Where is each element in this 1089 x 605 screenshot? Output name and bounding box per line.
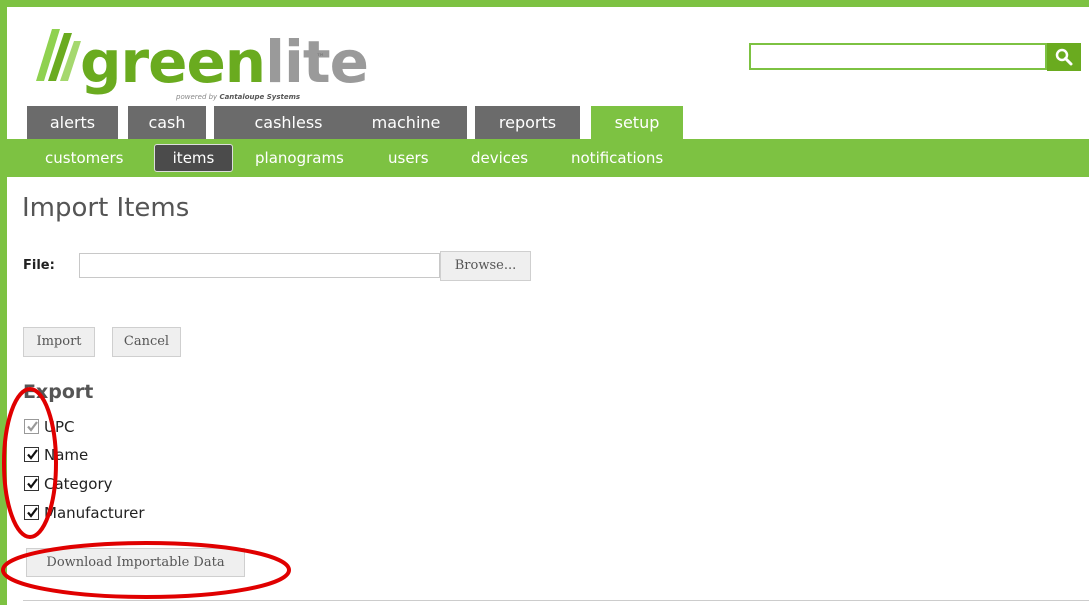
category-label: Category xyxy=(44,475,113,493)
download-importable-data-button[interactable]: Download Importable Data xyxy=(26,548,245,577)
subnav-customers[interactable]: customers xyxy=(45,139,123,177)
subnav-items[interactable]: items xyxy=(154,144,233,172)
export-heading: Export xyxy=(23,381,94,403)
upc-label: UPC xyxy=(44,418,75,436)
name-label: Name xyxy=(44,446,89,464)
upc-checkbox[interactable] xyxy=(24,419,39,434)
import-button[interactable]: Import xyxy=(23,327,95,357)
subnav-notifications[interactable]: notifications xyxy=(571,139,663,177)
file-label: File: xyxy=(23,258,55,273)
logo-green-text: green xyxy=(80,28,266,96)
logo-trademark: ™ xyxy=(316,53,325,63)
file-path-field[interactable] xyxy=(79,253,440,278)
page-title: Import Items xyxy=(22,193,190,223)
tab-cashless[interactable]: cashless xyxy=(214,106,363,139)
company-name: Cantaloupe Systems xyxy=(219,93,301,101)
subnav-users[interactable]: users xyxy=(388,139,429,177)
logo-powered-by: powered by Cantaloupe Systems xyxy=(176,93,300,101)
subnav-planograms[interactable]: planograms xyxy=(255,139,344,177)
subnav-devices[interactable]: devices xyxy=(471,139,528,177)
browse-button[interactable]: Browse... xyxy=(440,251,531,281)
checkmark-icon xyxy=(27,449,38,460)
tab-reports[interactable]: reports xyxy=(475,106,580,139)
logo-swoosh-icon xyxy=(36,29,81,81)
search-icon xyxy=(1055,48,1073,66)
checkmark-icon xyxy=(27,421,38,432)
search-input[interactable] xyxy=(751,45,1045,68)
tab-cash[interactable]: cash xyxy=(128,106,206,139)
powered-by-text: powered by xyxy=(176,93,218,101)
sub-navigation: customers items planograms users devices… xyxy=(7,139,1089,177)
manufacturer-checkbox[interactable] xyxy=(24,505,39,520)
checkmark-icon xyxy=(27,507,38,518)
tab-machine[interactable]: machine xyxy=(345,106,467,139)
name-checkbox[interactable] xyxy=(24,447,39,462)
search-button[interactable] xyxy=(1047,43,1081,71)
manufacturer-label: Manufacturer xyxy=(44,504,145,522)
checkmark-icon xyxy=(27,478,38,489)
cancel-button[interactable]: Cancel xyxy=(112,327,181,357)
tab-setup[interactable]: setup xyxy=(591,106,683,139)
category-checkbox[interactable] xyxy=(24,476,39,491)
tab-alerts[interactable]: alerts xyxy=(27,106,118,139)
divider xyxy=(23,600,1089,601)
search-box xyxy=(749,43,1047,70)
